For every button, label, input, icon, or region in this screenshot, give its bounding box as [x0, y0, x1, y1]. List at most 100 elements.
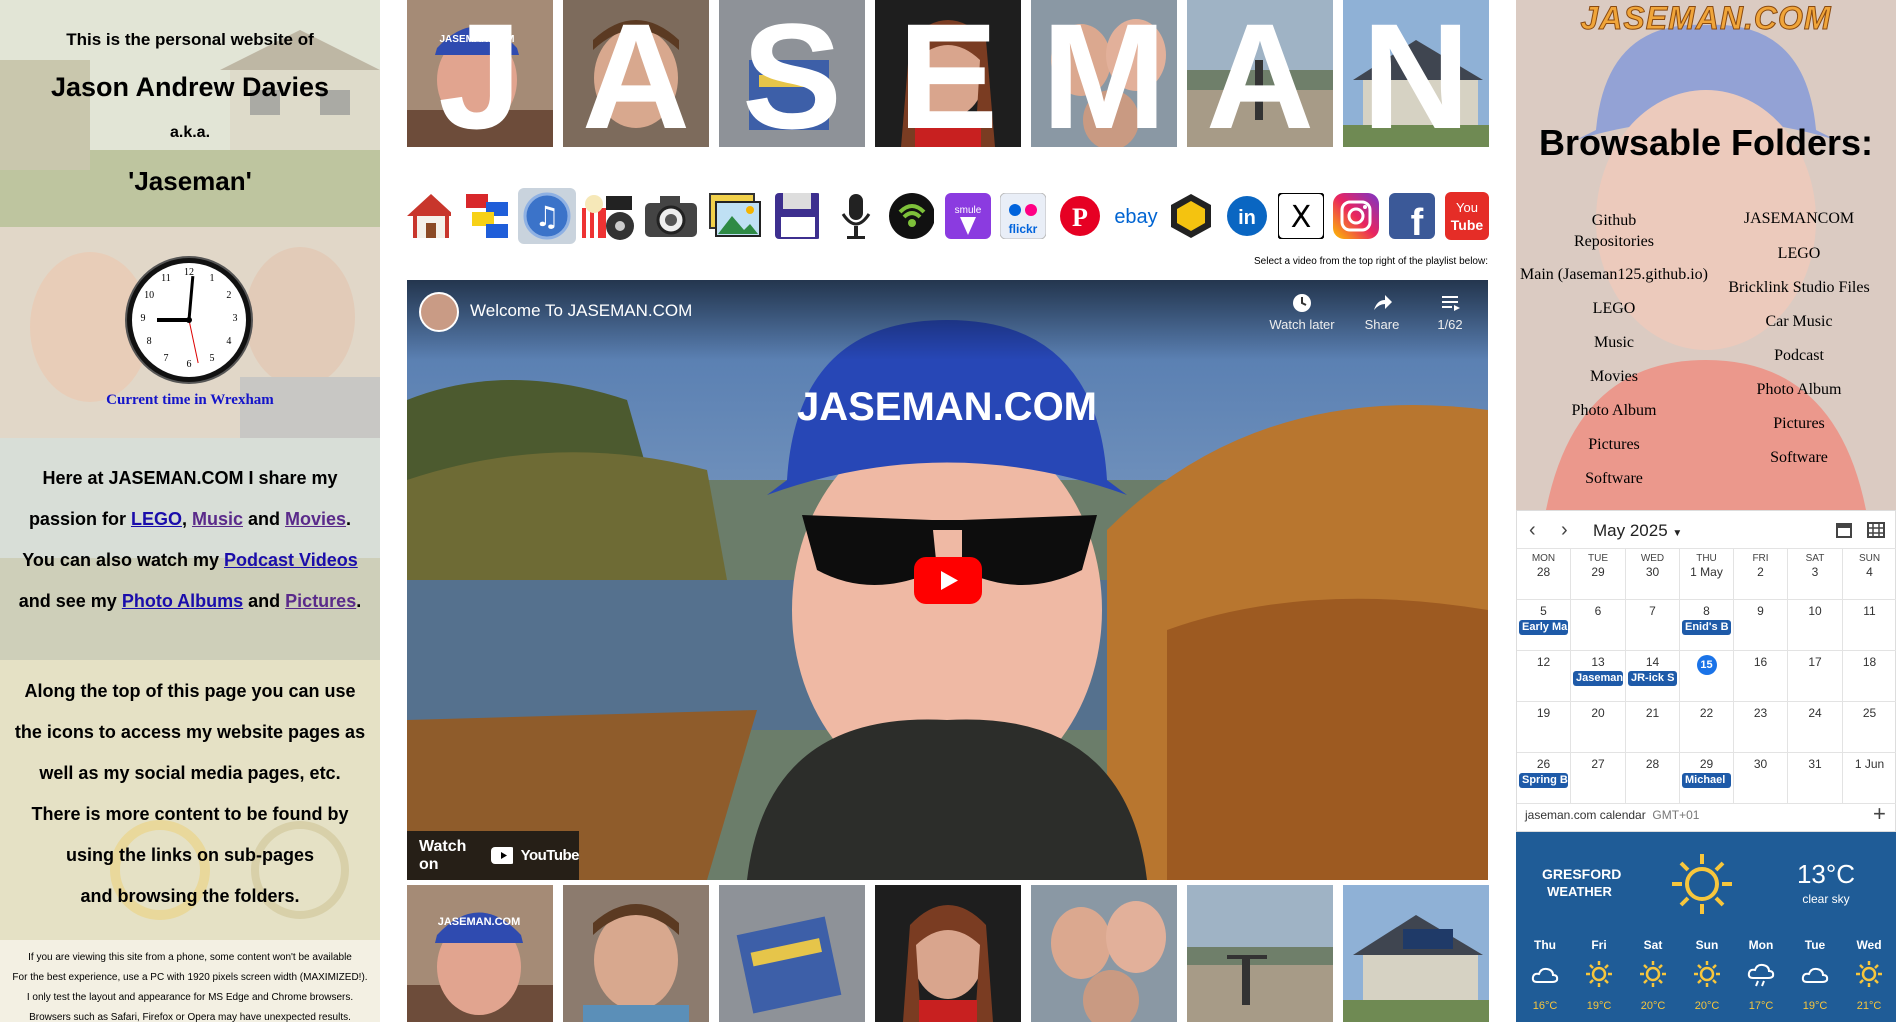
calendar-day-cell[interactable]: 6 [1571, 600, 1626, 651]
calendar-day-cell[interactable]: MON 28 [1517, 549, 1571, 600]
lego-link[interactable]: LEGO [131, 509, 182, 529]
ebay-icon[interactable]: ebay [1110, 188, 1162, 244]
x-icon[interactable]: X [1278, 188, 1324, 244]
movies-link[interactable]: Movies [285, 509, 346, 529]
calendar-day-cell[interactable]: 1 Jun [1843, 753, 1896, 804]
folder-link-github[interactable]: Github Repositories [1516, 210, 1712, 252]
calendar-day-cell[interactable]: 13 Jaseman [1571, 651, 1626, 702]
share-button[interactable]: Share [1352, 292, 1412, 332]
folder-link-car-music[interactable]: Car Music [1706, 313, 1892, 331]
folder-link-pictures[interactable]: Pictures [1706, 415, 1892, 433]
microphone-icon[interactable] [833, 188, 879, 244]
folder-link-movies[interactable]: Movies [1516, 368, 1712, 386]
watch-on-youtube-button[interactable]: Watch on YouTube [407, 831, 580, 880]
banner-tile[interactable]: N [1343, 0, 1489, 147]
movies-icon[interactable] [580, 188, 636, 244]
calendar-day-cell[interactable]: FRI 2 [1734, 549, 1788, 600]
calendar-day-cell[interactable]: 28 [1626, 753, 1680, 804]
calendar-day-cell[interactable]: 17 [1788, 651, 1843, 702]
banner-tile[interactable]: E [875, 0, 1021, 147]
calendar-day-cell[interactable]: 12 [1517, 651, 1571, 702]
calendar-day-cell[interactable]: TUE 29 [1571, 549, 1626, 600]
calendar-event[interactable]: Spring B [1519, 773, 1568, 788]
calendar-day-cell[interactable]: 16 [1734, 651, 1788, 702]
calendar-day-cell[interactable]: SAT 3 [1788, 549, 1843, 600]
calendar-day-cell[interactable]: 18 [1843, 651, 1896, 702]
add-calendar-button[interactable]: + [1873, 801, 1886, 827]
bottom-tile[interactable] [875, 885, 1021, 1022]
bricklink-icon[interactable] [1168, 188, 1214, 244]
grid-view-icon[interactable] [1867, 521, 1885, 544]
calendar-day-cell[interactable]: 20 [1571, 702, 1626, 753]
site-logo[interactable]: JASEMAN.COM [1516, 0, 1896, 37]
folder-link-photo-album[interactable]: Photo Album [1706, 381, 1892, 399]
folder-link-podcast[interactable]: Podcast [1706, 347, 1892, 365]
facebook-icon[interactable]: f [1389, 188, 1435, 244]
folder-link-pictures[interactable]: Pictures [1516, 436, 1712, 454]
music-note-icon[interactable]: ♫ [518, 188, 576, 244]
bottom-tile[interactable] [1031, 885, 1177, 1022]
youtube-player[interactable]: JASEMAN.COM Welcome To JASEMAN.COM Watch… [407, 280, 1488, 880]
calendar-event[interactable]: JR-ick S [1628, 671, 1677, 686]
calendar-day-cell[interactable]: 11 [1843, 600, 1896, 651]
folder-link-photo-album[interactable]: Photo Album [1516, 402, 1712, 420]
banner-tile[interactable]: JASEMAN.COM J [407, 0, 553, 147]
youtube-icon[interactable]: You Tube [1444, 188, 1490, 244]
folder-link-main[interactable]: Main (Jaseman125.github.io) [1516, 266, 1712, 284]
lego-bricks-icon[interactable] [462, 188, 508, 244]
photo-album-icon[interactable] [706, 188, 764, 244]
calendar-event[interactable]: Enid's B [1682, 620, 1731, 635]
folder-link-software[interactable]: Software [1706, 449, 1892, 467]
calendar-day-cell[interactable]: 22 [1680, 702, 1734, 753]
calendar-day-cell[interactable]: 27 [1571, 753, 1626, 804]
calendar-day-cell[interactable]: 5 Early Ma [1517, 600, 1571, 651]
video-title[interactable]: Welcome To JASEMAN.COM [470, 301, 692, 321]
calendar-day-cell[interactable]: 9 [1734, 600, 1788, 651]
calendar-event[interactable]: Early Ma [1519, 620, 1568, 635]
banner-tile[interactable]: A [1187, 0, 1333, 147]
music-link[interactable]: Music [192, 509, 243, 529]
calendar-event[interactable]: Michael [1682, 773, 1731, 788]
next-month-button[interactable]: › [1561, 519, 1568, 542]
linkedin-icon[interactable]: in [1224, 188, 1270, 244]
calendar-day-cell[interactable]: 26 Spring B [1517, 753, 1571, 804]
smule-icon[interactable]: smule [945, 188, 991, 244]
pinterest-icon[interactable]: P [1057, 188, 1103, 244]
calendar-day-cell[interactable]: 7 [1626, 600, 1680, 651]
photo-albums-link[interactable]: Photo Albums [122, 591, 243, 611]
podcast-link[interactable]: Podcast Videos [224, 550, 358, 570]
calendar-day-cell[interactable]: 29 Michael [1680, 753, 1734, 804]
bottom-tile[interactable] [719, 885, 865, 1022]
calendar-day-cell[interactable]: WED 30 [1626, 549, 1680, 600]
calendar-day-cell[interactable]: 23 [1734, 702, 1788, 753]
watch-later-button[interactable]: Watch later [1262, 292, 1342, 332]
pictures-link[interactable]: Pictures [285, 591, 356, 611]
calendar-day-cell[interactable]: 25 [1843, 702, 1896, 753]
play-button[interactable] [914, 557, 982, 604]
calendar-day-cell[interactable]: SUN 4 [1843, 549, 1896, 600]
calendar-day-cell[interactable]: 24 [1788, 702, 1843, 753]
folder-link-lego[interactable]: LEGO [1516, 300, 1712, 318]
calendar-day-cell[interactable]: 14 JR-ick S [1626, 651, 1680, 702]
banner-tile[interactable]: S [719, 0, 865, 147]
instagram-icon[interactable] [1333, 188, 1379, 244]
bottom-tile[interactable] [1343, 885, 1489, 1022]
bottom-tile[interactable] [1187, 885, 1333, 1022]
channel-avatar[interactable] [419, 292, 459, 332]
calendar-day-cell[interactable]: 31 [1788, 753, 1843, 804]
home-icon[interactable] [405, 188, 451, 244]
folder-link-jasemancom[interactable]: JASEMANCOM [1706, 210, 1892, 228]
banner-tile[interactable]: A [563, 0, 709, 147]
prev-month-button[interactable]: ‹ [1529, 519, 1536, 542]
floppy-disk-icon[interactable] [773, 188, 819, 244]
weather-widget[interactable]: GRESFORD WEATHER 13°C clear sky Thu 16°C F… [1516, 832, 1896, 1022]
calendar-day-cell[interactable]: 8 Enid's B [1680, 600, 1734, 651]
folder-link-bricklink-studio[interactable]: Bricklink Studio Files [1706, 279, 1892, 297]
camera-icon[interactable] [642, 188, 700, 244]
calendar-day-cell[interactable]: 21 [1626, 702, 1680, 753]
calendar-day-cell[interactable]: 15 [1680, 651, 1734, 702]
calendar-view-icon[interactable] [1835, 521, 1853, 544]
calendar-day-cell[interactable]: 10 [1788, 600, 1843, 651]
playlist-button[interactable]: 1/62 [1425, 292, 1475, 332]
bottom-tile[interactable] [563, 885, 709, 1022]
